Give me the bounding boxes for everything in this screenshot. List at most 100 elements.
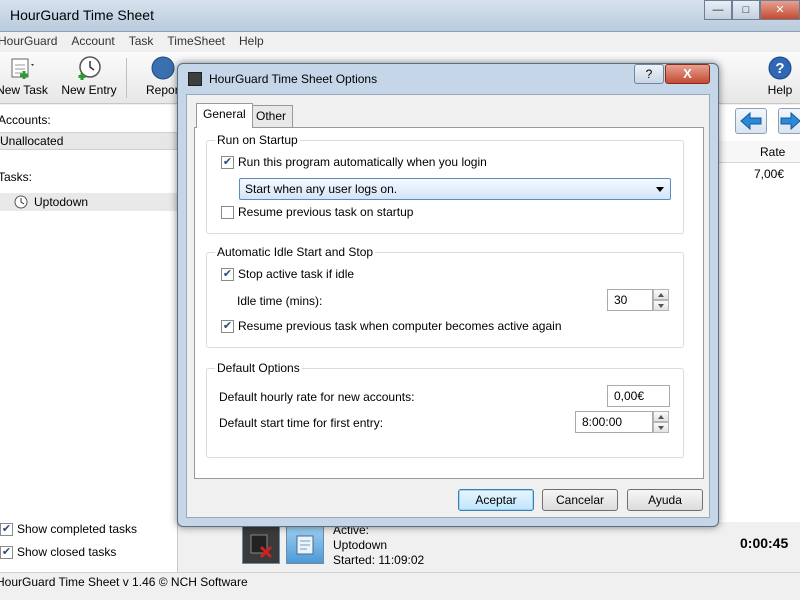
spin-up-icon[interactable] — [653, 411, 669, 422]
idle-time-label: Idle time (mins): — [237, 294, 323, 308]
hourly-rate-label: Default hourly rate for new accounts: — [219, 390, 415, 404]
dialog-ayuda-button[interactable]: Ayuda — [627, 489, 703, 511]
startup-mode-select[interactable]: Start when any user logs on. — [239, 178, 671, 200]
run-auto-label: Run this program automatically when you … — [238, 155, 487, 169]
new-task-icon — [11, 58, 34, 79]
new-task-label: New Task — [0, 83, 48, 97]
dialog-help-button[interactable]: ? — [634, 64, 664, 84]
stop-idle-label: Stop active task if idle — [238, 267, 355, 281]
new-task-button[interactable]: New Task — [0, 55, 48, 101]
spin-up-icon[interactable] — [653, 289, 669, 300]
show-closed-box[interactable]: ✔ — [0, 545, 13, 559]
grid-header: Rate — [718, 141, 800, 163]
rate-column-header[interactable]: Rate — [760, 145, 785, 159]
resume-active-box[interactable]: ✔ — [221, 319, 234, 333]
arrow-left-icon — [740, 111, 762, 131]
tasks-label: Tasks: — [0, 170, 33, 184]
cancel-button[interactable]: Cancelar — [542, 489, 618, 511]
options-dialog: HourGuard Time Sheet Options ? X General… — [177, 63, 719, 527]
tab-other[interactable]: Other — [249, 105, 294, 127]
accounts-label: Accounts: — [0, 113, 51, 127]
hourly-rate-input[interactable]: 0,00€ — [607, 385, 670, 407]
menu-timesheet[interactable]: TimeSheet — [160, 32, 232, 52]
new-entry-button[interactable]: New Entry — [58, 55, 120, 101]
start-time-input[interactable]: 8:00:00 — [575, 411, 653, 433]
active-task-name: Uptodown — [333, 538, 388, 552]
pause-timer-button[interactable] — [286, 526, 324, 564]
dialog-body: General Other Run on Startup ✔ Run this … — [186, 94, 710, 518]
menu-account[interactable]: Account — [64, 32, 121, 52]
task-item[interactable]: Uptodown — [0, 193, 178, 211]
clock-icon — [14, 195, 28, 209]
show-completed-checkbox[interactable]: ✔ Show completed tasks — [0, 522, 137, 536]
window-controls: — □ ✕ — [704, 0, 800, 20]
resume-startup-checkbox[interactable]: Resume previous task on startup — [221, 205, 413, 219]
task-name: Uptodown — [34, 195, 89, 209]
show-closed-checkbox[interactable]: ✔ Show closed tasks — [0, 545, 116, 559]
idle-title: Automatic Idle Start and Stop — [215, 245, 376, 259]
chevron-down-icon — [656, 187, 664, 192]
tab-general[interactable]: General — [196, 103, 253, 128]
elapsed-time: 0:00:45 — [740, 535, 789, 551]
title-bar: HourGuard Time Sheet — □ ✕ — [0, 0, 800, 32]
help-icon: ? — [768, 56, 792, 80]
report-button[interactable]: Repor — [140, 55, 180, 101]
stop-icon — [250, 534, 273, 559]
start-time-label: Default start time for first entry: — [219, 416, 384, 430]
resume-startup-box[interactable] — [221, 205, 234, 219]
window-title: HourGuard Time Sheet — [10, 7, 154, 23]
show-completed-label: Show completed tasks — [17, 522, 138, 536]
show-closed-label: Show closed tasks — [17, 545, 117, 559]
next-button[interactable] — [778, 108, 800, 134]
left-panel: Accounts: Unallocated Tasks: Uptodown ✔ … — [0, 105, 178, 575]
clock-add-icon — [78, 56, 101, 80]
run-auto-box[interactable]: ✔ — [221, 155, 234, 169]
resume-active-label: Resume previous task when computer becom… — [238, 319, 562, 333]
resume-active-checkbox[interactable]: ✔ Resume previous task when computer bec… — [221, 319, 562, 333]
idle-time-spinner[interactable] — [653, 289, 669, 311]
spin-down-icon[interactable] — [653, 422, 669, 433]
maximize-button[interactable]: □ — [732, 0, 760, 20]
startup-mode-value: Start when any user logs on. — [245, 182, 398, 196]
dialog-app-icon — [188, 72, 202, 86]
report-icon — [151, 56, 175, 80]
help-button[interactable]: ? Help — [762, 55, 798, 101]
started-time: Started: 11:09:02 — [333, 553, 425, 567]
minimize-button[interactable]: — — [704, 0, 732, 20]
timesheet-icon — [296, 535, 314, 555]
stop-idle-box[interactable]: ✔ — [221, 267, 234, 281]
run-auto-checkbox[interactable]: ✔ Run this program automatically when yo… — [221, 155, 487, 169]
timesheet-grid: Rate 7,00€ — [718, 105, 800, 525]
svg-text:?: ? — [775, 60, 784, 77]
dialog-close-button[interactable]: X — [665, 64, 710, 84]
run-on-startup-title: Run on Startup — [215, 133, 300, 147]
menu-bar: HourGuard Account Task TimeSheet Help — [0, 32, 800, 52]
dialog-title-bar: HourGuard Time Sheet Options ? X — [178, 64, 718, 92]
account-item-unallocated[interactable]: Unallocated — [0, 132, 178, 150]
idle-time-input[interactable]: 30 — [607, 289, 653, 311]
report-label: Repor — [146, 83, 179, 97]
menu-task[interactable]: Task — [122, 32, 161, 52]
show-completed-box[interactable]: ✔ — [0, 522, 13, 536]
stop-idle-checkbox[interactable]: ✔ Stop active task if idle — [221, 267, 354, 281]
arrow-right-icon — [780, 111, 800, 131]
dialog-title: HourGuard Time Sheet Options — [209, 72, 378, 86]
resume-startup-label: Resume previous task on startup — [238, 205, 414, 219]
menu-help[interactable]: Help — [232, 32, 271, 52]
active-task-bar: Active: Uptodown Started: 11:09:02 0:00:… — [236, 522, 800, 572]
general-tab-page: Run on Startup ✔ Run this program automa… — [194, 127, 704, 479]
status-bar: HourGuard Time Sheet v 1.46 © NCH Softwa… — [0, 572, 800, 592]
previous-button[interactable] — [735, 108, 767, 134]
help-label: Help — [767, 83, 793, 97]
accept-button[interactable]: Aceptar — [458, 489, 534, 511]
account-name: Unallocated — [0, 134, 64, 148]
rate-cell: 7,00€ — [754, 167, 785, 181]
stop-timer-button[interactable] — [242, 526, 280, 564]
toolbar-separator — [126, 58, 127, 98]
spin-down-icon[interactable] — [653, 300, 669, 311]
idle-group: Automatic Idle Start and Stop ✔ Stop act… — [206, 245, 684, 348]
menu-hourguard[interactable]: HourGuard — [0, 32, 64, 52]
close-button[interactable]: ✕ — [760, 0, 800, 20]
start-time-spinner[interactable] — [653, 411, 669, 433]
default-options-group: Default Options Default hourly rate for … — [206, 361, 684, 458]
